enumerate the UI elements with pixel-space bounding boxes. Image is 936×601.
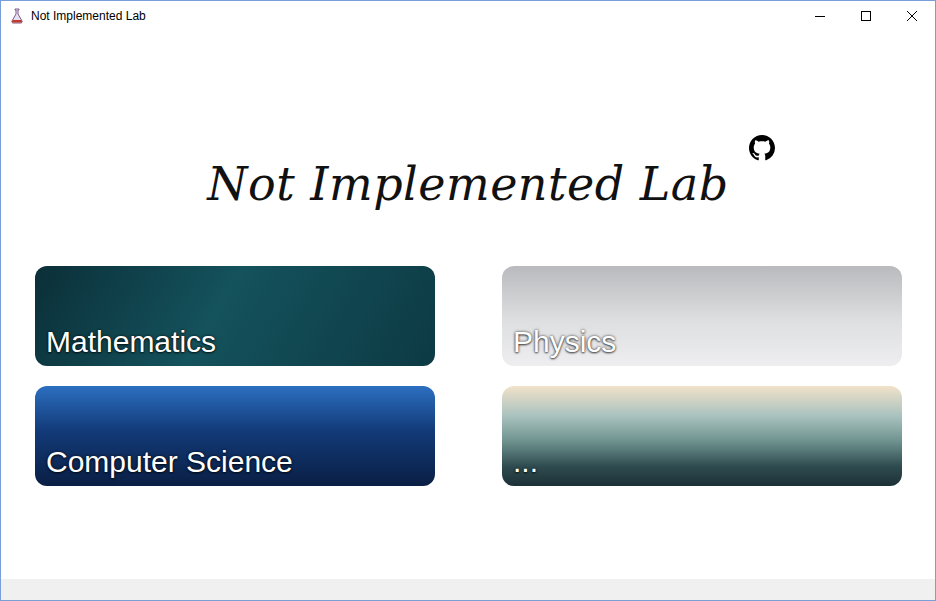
github-icon[interactable] [749, 135, 775, 161]
title-bar: Not Implemented Lab [1, 1, 935, 31]
subject-grid: Mathematics Physics Computer Science... [1, 266, 935, 486]
bottom-strip [1, 579, 935, 600]
subject-card[interactable]: ... [502, 386, 902, 486]
card-label: Physics [513, 324, 616, 360]
minimize-button[interactable] [797, 1, 843, 31]
app-flask-icon [9, 8, 25, 24]
window-title: Not Implemented Lab [31, 7, 146, 25]
subject-card[interactable]: Physics [502, 266, 902, 366]
card-label: ... [513, 444, 538, 480]
main-area: Not Implemented Lab Mathematics Physics Co… [1, 31, 935, 579]
maximize-icon [861, 11, 871, 21]
close-icon [907, 11, 917, 21]
close-button[interactable] [889, 1, 935, 31]
card-label: Mathematics [46, 324, 216, 360]
maximize-button[interactable] [843, 1, 889, 31]
minimize-icon [815, 11, 825, 21]
subject-card[interactable]: Computer Science [35, 386, 435, 486]
card-label: Computer Science [46, 444, 293, 480]
subject-card[interactable]: Mathematics [35, 266, 435, 366]
app-heading: Not Implemented Lab [207, 153, 728, 215]
